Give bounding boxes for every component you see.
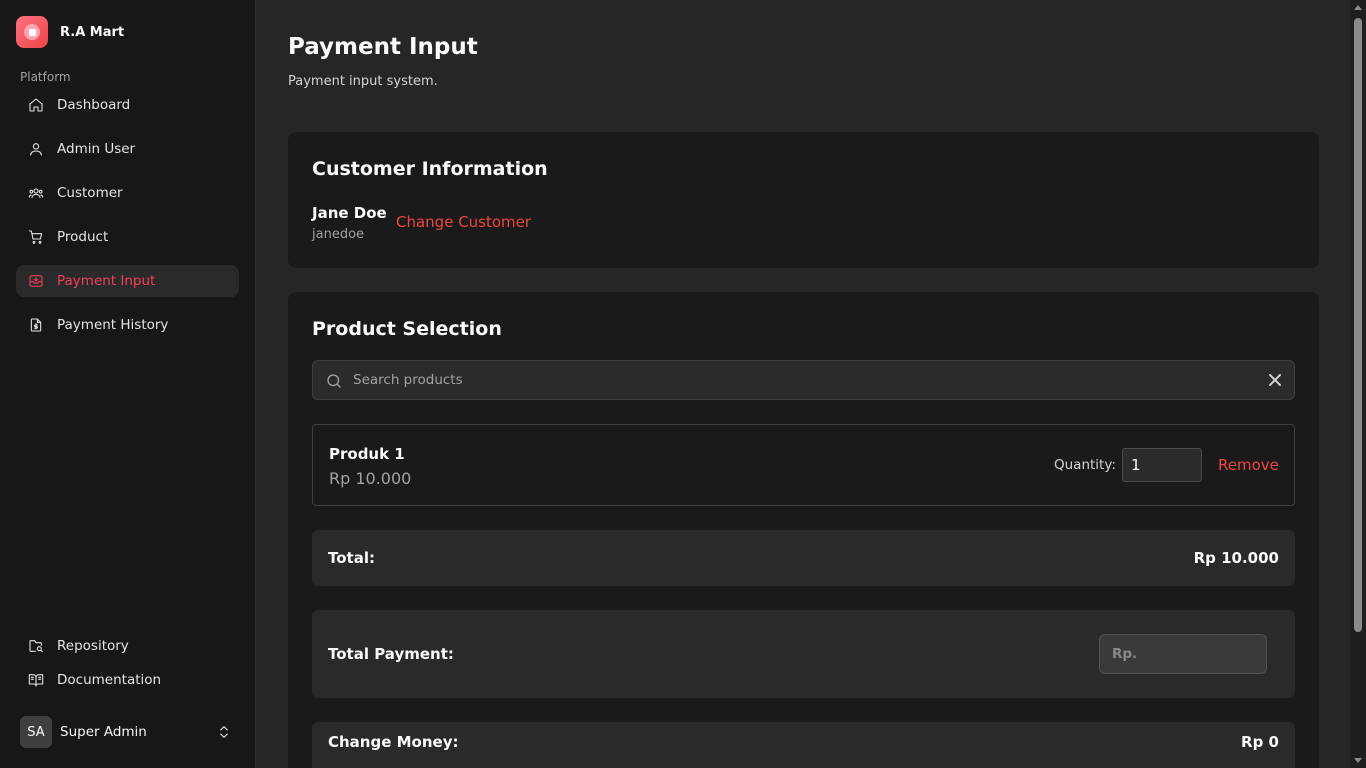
- sidebar-item-repository[interactable]: Repository: [16, 630, 239, 662]
- total-label: Total:: [328, 549, 375, 567]
- file-dollar-icon: [30, 318, 42, 332]
- total-value: Rp 10.000: [1193, 549, 1279, 567]
- sidebar-item-label: Documentation: [57, 672, 162, 688]
- quantity-label: Quantity:: [1054, 457, 1116, 473]
- clear-search-icon[interactable]: [1269, 374, 1281, 386]
- sidebar-item-label: Customer: [57, 185, 123, 201]
- search-input[interactable]: [353, 361, 1253, 399]
- sidebar-item-label: Product: [57, 229, 109, 245]
- list-item: Produk 1 Rp 10.000 Quantity: Remove: [312, 424, 1295, 506]
- folder-search-icon: [29, 640, 43, 653]
- quantity-input[interactable]: [1122, 448, 1202, 482]
- sidebar: R.A Mart Platform Dashboard Admin User C…: [0, 0, 256, 768]
- total-payment-label: Total Payment:: [328, 645, 454, 663]
- sidebar-item-label: Repository: [57, 638, 129, 654]
- customer-card: Customer Information Jane Doe janedoe Ch…: [288, 132, 1319, 268]
- sidebar-item-label: Payment History: [57, 317, 169, 333]
- sidebar-item-payment-input[interactable]: Payment Input: [16, 265, 239, 297]
- inbox-icon: [29, 275, 43, 287]
- product-price: Rp 10.000: [329, 469, 412, 488]
- chevrons-up-down-icon: [220, 726, 228, 738]
- brand[interactable]: R.A Mart: [16, 16, 124, 48]
- sidebar-item-label: Dashboard: [57, 97, 131, 113]
- brand-logo-icon: [16, 16, 48, 48]
- payment-row: Total Payment:: [312, 610, 1295, 698]
- change-money-value: Rp 0: [1241, 733, 1279, 751]
- total-payment-input[interactable]: [1099, 634, 1267, 674]
- sidebar-item-documentation[interactable]: Documentation: [16, 664, 239, 696]
- sidebar-item-admin-user[interactable]: Admin User: [16, 133, 239, 165]
- product-name: Produk 1: [329, 445, 405, 463]
- users-icon: [28, 188, 44, 199]
- total-row: Total: Rp 10.000: [312, 530, 1295, 586]
- sidebar-item-label: Admin User: [57, 141, 136, 157]
- user-name: Super Admin: [60, 724, 147, 740]
- sidebar-item-product[interactable]: Product: [16, 221, 239, 253]
- user-icon: [30, 143, 42, 156]
- cart-icon: [28, 230, 43, 244]
- search-icon: [327, 374, 341, 388]
- main-content: Payment Input Payment input system. Cust…: [256, 0, 1350, 768]
- product-card: Product Selection Produk 1 Rp 10.000 Qua…: [288, 292, 1319, 768]
- avatar: SA: [20, 716, 52, 748]
- change-money-label: Change Money:: [328, 733, 459, 751]
- remove-product-link[interactable]: Remove: [1218, 456, 1279, 474]
- scroll-down-arrow-icon[interactable]: [1354, 758, 1362, 763]
- sidebar-item-dashboard[interactable]: Dashboard: [16, 89, 239, 121]
- scrollbar-thumb[interactable]: [1354, 18, 1362, 632]
- scroll-up-arrow-icon[interactable]: [1354, 5, 1362, 10]
- page-title: Payment Input: [288, 34, 478, 60]
- scrollbar[interactable]: [1350, 0, 1366, 768]
- sidebar-nav: Dashboard Admin User Customer Product Pa…: [16, 89, 239, 353]
- sidebar-section-label: Platform: [20, 70, 71, 84]
- book-icon: [28, 674, 44, 687]
- product-search: [312, 360, 1295, 400]
- product-card-title: Product Selection: [312, 318, 502, 340]
- home-icon: [29, 98, 43, 112]
- change-money-row: Change Money: Rp 0: [312, 722, 1295, 768]
- sidebar-item-customer[interactable]: Customer: [16, 177, 239, 209]
- page-subtitle: Payment input system.: [288, 74, 438, 89]
- user-menu[interactable]: SA Super Admin: [20, 716, 232, 748]
- customer-name: Jane Doe: [312, 204, 387, 222]
- sidebar-item-payment-history[interactable]: Payment History: [16, 309, 239, 341]
- brand-name: R.A Mart: [60, 24, 125, 40]
- customer-username: janedoe: [312, 227, 365, 242]
- customer-card-title: Customer Information: [312, 158, 548, 180]
- change-customer-link[interactable]: Change Customer: [396, 213, 531, 231]
- sidebar-footer-nav: Repository Documentation: [16, 630, 239, 698]
- sidebar-item-label: Payment Input: [57, 273, 156, 289]
